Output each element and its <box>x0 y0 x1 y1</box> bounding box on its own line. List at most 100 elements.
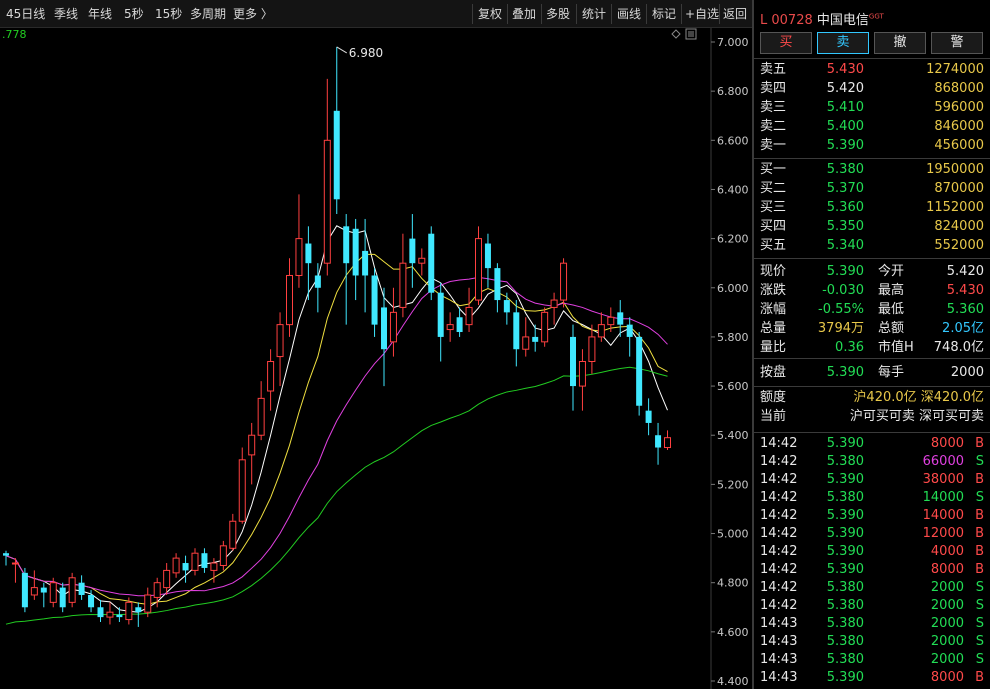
buy-button[interactable]: 买 <box>760 32 812 54</box>
candle <box>578 349 586 411</box>
ggt-tag: GGT <box>868 12 884 21</box>
tick-row[interactable]: 14:43 5.390 8000 B <box>754 669 990 687</box>
tick-row[interactable]: 14:42 5.380 2000 S <box>754 597 990 615</box>
tick-time: 14:42 <box>760 490 798 505</box>
lot-info-row: 按盘 5.390 每手 2000 <box>760 365 984 380</box>
candle <box>465 287 473 333</box>
tick-side: B <box>975 436 984 451</box>
candle <box>437 282 444 362</box>
tick-time: 14:42 <box>760 526 798 541</box>
tick-side: S <box>975 454 984 469</box>
tick-volume: 66000 <box>922 454 964 469</box>
candle <box>664 430 671 450</box>
tick-side: B <box>975 544 984 559</box>
back-button[interactable]: 返回 <box>723 5 747 22</box>
bid-level-row[interactable]: 买三 5.360 1152000 <box>754 199 990 217</box>
multi-stock-button[interactable]: 多股 <box>546 5 570 22</box>
level-price: 5.360 <box>826 200 864 215</box>
level-volume: 1152000 <box>926 200 984 215</box>
tick-volume: 38000 <box>922 472 964 487</box>
moving-average-lines <box>5 225 668 625</box>
stat-label: 现价 <box>760 264 787 279</box>
tick-side: S <box>975 580 984 595</box>
level-label: 卖三 <box>760 100 787 115</box>
candle <box>550 292 558 325</box>
tick-row[interactable]: 14:43 5.380 2000 S <box>754 651 990 669</box>
sell-button[interactable]: 卖 <box>817 32 869 54</box>
chart-menu-icon[interactable] <box>685 28 697 40</box>
bid-level-row[interactable]: 买五 5.340 552000 <box>754 237 990 255</box>
level-volume: 846000 <box>934 119 984 134</box>
period-15sec[interactable]: 15秒 <box>155 5 182 22</box>
tick-row[interactable]: 14:43 5.380 2000 S <box>754 633 990 651</box>
mark-button[interactable]: 标记 <box>652 5 676 22</box>
tick-row[interactable]: 14:42 5.390 8000 B <box>754 435 990 453</box>
statistics-button[interactable]: 统计 <box>582 5 606 22</box>
more-periods-menu[interactable]: 更多 〉 <box>233 5 273 22</box>
alert-button[interactable]: 警 <box>931 32 983 54</box>
candle <box>116 607 123 623</box>
tick-row[interactable]: 14:42 5.390 14000 B <box>754 507 990 525</box>
tick-row[interactable]: 14:42 5.380 14000 S <box>754 489 990 507</box>
candle <box>456 307 463 337</box>
ask-level-row[interactable]: 卖四 5.420 868000 <box>754 80 990 98</box>
bid-level-row[interactable]: 买二 5.370 870000 <box>754 180 990 198</box>
stat-value: 5.420 <box>946 264 984 279</box>
ask-level-row[interactable]: 卖二 5.400 846000 <box>754 118 990 136</box>
overlay-button[interactable]: 叠加 <box>512 5 536 22</box>
candlestick-chart[interactable]: .778 7.000 6.800 6.600 6.400 6.200 6.000 5.800… <box>0 28 752 689</box>
candle <box>295 194 303 288</box>
price-tick-label: 5.800 <box>717 331 749 344</box>
level-label: 买四 <box>760 219 787 234</box>
price-tick-label: 6.000 <box>717 282 749 295</box>
candle <box>106 602 114 625</box>
chart-settings-icon[interactable] <box>671 29 681 39</box>
candle <box>3 550 9 566</box>
tick-time: 14:42 <box>760 436 798 451</box>
draw-line-button[interactable]: 画线 <box>617 5 641 22</box>
level-price: 5.340 <box>826 238 864 253</box>
period-quarter[interactable]: 季线 <box>54 5 78 22</box>
tick-row[interactable]: 14:42 5.380 2000 S <box>754 579 990 597</box>
price-tick-label: 6.400 <box>717 183 749 196</box>
bid-level-row[interactable]: 买一 5.380 1950000 <box>754 161 990 179</box>
price-tick-label: 5.200 <box>717 478 749 491</box>
add-watchlist-button[interactable]: +自选 <box>685 5 719 22</box>
multi-period-tab[interactable]: 多周期 <box>190 5 226 22</box>
bid-level-row[interactable]: 买四 5.350 824000 <box>754 218 990 236</box>
ma20-line <box>5 276 668 597</box>
tick-row[interactable]: 14:42 5.390 4000 B <box>754 543 990 561</box>
tick-price: 5.390 <box>826 472 864 487</box>
level-label: 买一 <box>760 162 787 177</box>
level-volume: 824000 <box>934 219 984 234</box>
stat-label: 市值H <box>878 340 914 355</box>
price-tick-label: 5.600 <box>717 380 749 393</box>
tick-row[interactable]: 14:42 5.390 8000 B <box>754 561 990 579</box>
candle <box>541 307 549 347</box>
tick-row[interactable]: 14:42 5.390 12000 B <box>754 525 990 543</box>
candle <box>135 602 142 627</box>
fuquan-button[interactable]: 复权 <box>478 5 502 22</box>
candle <box>636 332 643 416</box>
tick-volume: 2000 <box>930 580 964 595</box>
level-label: 卖二 <box>760 119 787 134</box>
level-label: 买五 <box>760 238 787 253</box>
tick-row[interactable]: 14:43 5.380 2000 S <box>754 615 990 633</box>
tick-time: 14:43 <box>760 634 798 649</box>
tick-price: 5.390 <box>826 544 864 559</box>
ask-level-row[interactable]: 卖三 5.410 596000 <box>754 99 990 117</box>
candle <box>229 513 237 551</box>
candle <box>257 381 265 441</box>
tick-row[interactable]: 14:42 5.380 66000 S <box>754 453 990 471</box>
stat-value: 5.430 <box>946 283 984 298</box>
ask-level-row[interactable]: 卖一 5.390 456000 <box>754 137 990 155</box>
tick-row[interactable]: 14:42 5.390 38000 B <box>754 471 990 489</box>
candle <box>494 263 501 313</box>
ask-level-row[interactable]: 卖五 5.430 1274000 <box>754 61 990 79</box>
period-45day[interactable]: 45日线 <box>6 5 45 22</box>
period-year[interactable]: 年线 <box>88 5 112 22</box>
period-5sec[interactable]: 5秒 <box>124 5 144 22</box>
tick-side: S <box>975 616 984 631</box>
cancel-order-button[interactable]: 撤 <box>874 32 926 54</box>
tick-price: 5.390 <box>826 508 864 523</box>
